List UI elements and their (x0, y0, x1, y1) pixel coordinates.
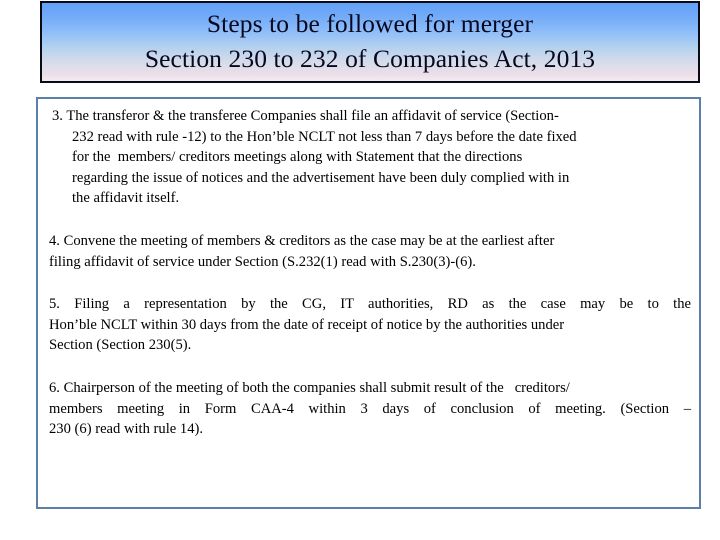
paragraph-step-4-line-1: 4. Convene the meeting of members & cred… (49, 232, 555, 249)
title-line-1: Steps to be followed for merger (206, 9, 534, 38)
title-line-2: Section 230 to 232 of Companies Act, 201… (144, 44, 596, 73)
paragraph-step-3-line-4: regarding the issue of notices and the a… (72, 169, 570, 186)
content-box: 3. The transferor & the transferee Compa… (36, 97, 701, 509)
paragraph-step-6-line-2: members meeting in Form CAA-4 within 3 d… (49, 400, 691, 417)
paragraph-step-6-line-1: 6. Chairperson of the meeting of both th… (49, 379, 570, 396)
paragraph-step-5-line-3: Section (Section 230(5). (49, 337, 192, 354)
paragraph-step-5-line-2: Hon’ble NCLT within 30 days from the dat… (49, 316, 565, 333)
paragraph-step-3-line-5: the affidavit itself. (72, 190, 180, 207)
slide-canvas: Steps to be followed for merger Section … (0, 0, 720, 540)
paragraph-step-3: 3. The transferor & the transferee Compa… (44, 106, 693, 209)
paragraph-step-3-line-3: for the members/ creditors meetings alon… (72, 149, 523, 166)
paragraph-step-3-line-2: 232 read with rule -12) to the Hon’ble N… (72, 128, 577, 145)
paragraph-step-4: 4. Convene the meeting of members & cred… (44, 231, 693, 272)
paragraph-step-5: 5. Filing a representation by the CG, IT… (44, 294, 693, 356)
paragraph-step-6: 6. Chairperson of the meeting of both th… (44, 378, 693, 440)
paragraph-step-3-line-1: 3. The transferor & the transferee Compa… (52, 108, 559, 124)
title-banner: Steps to be followed for merger Section … (40, 1, 700, 83)
paragraph-step-6-line-3: 230 (6) read with rule 14). (49, 421, 203, 438)
paragraph-step-4-line-2: filing affidavit of service under Sectio… (49, 253, 476, 270)
paragraph-step-5-line-1: 5. Filing a representation by the CG, IT… (49, 296, 691, 313)
